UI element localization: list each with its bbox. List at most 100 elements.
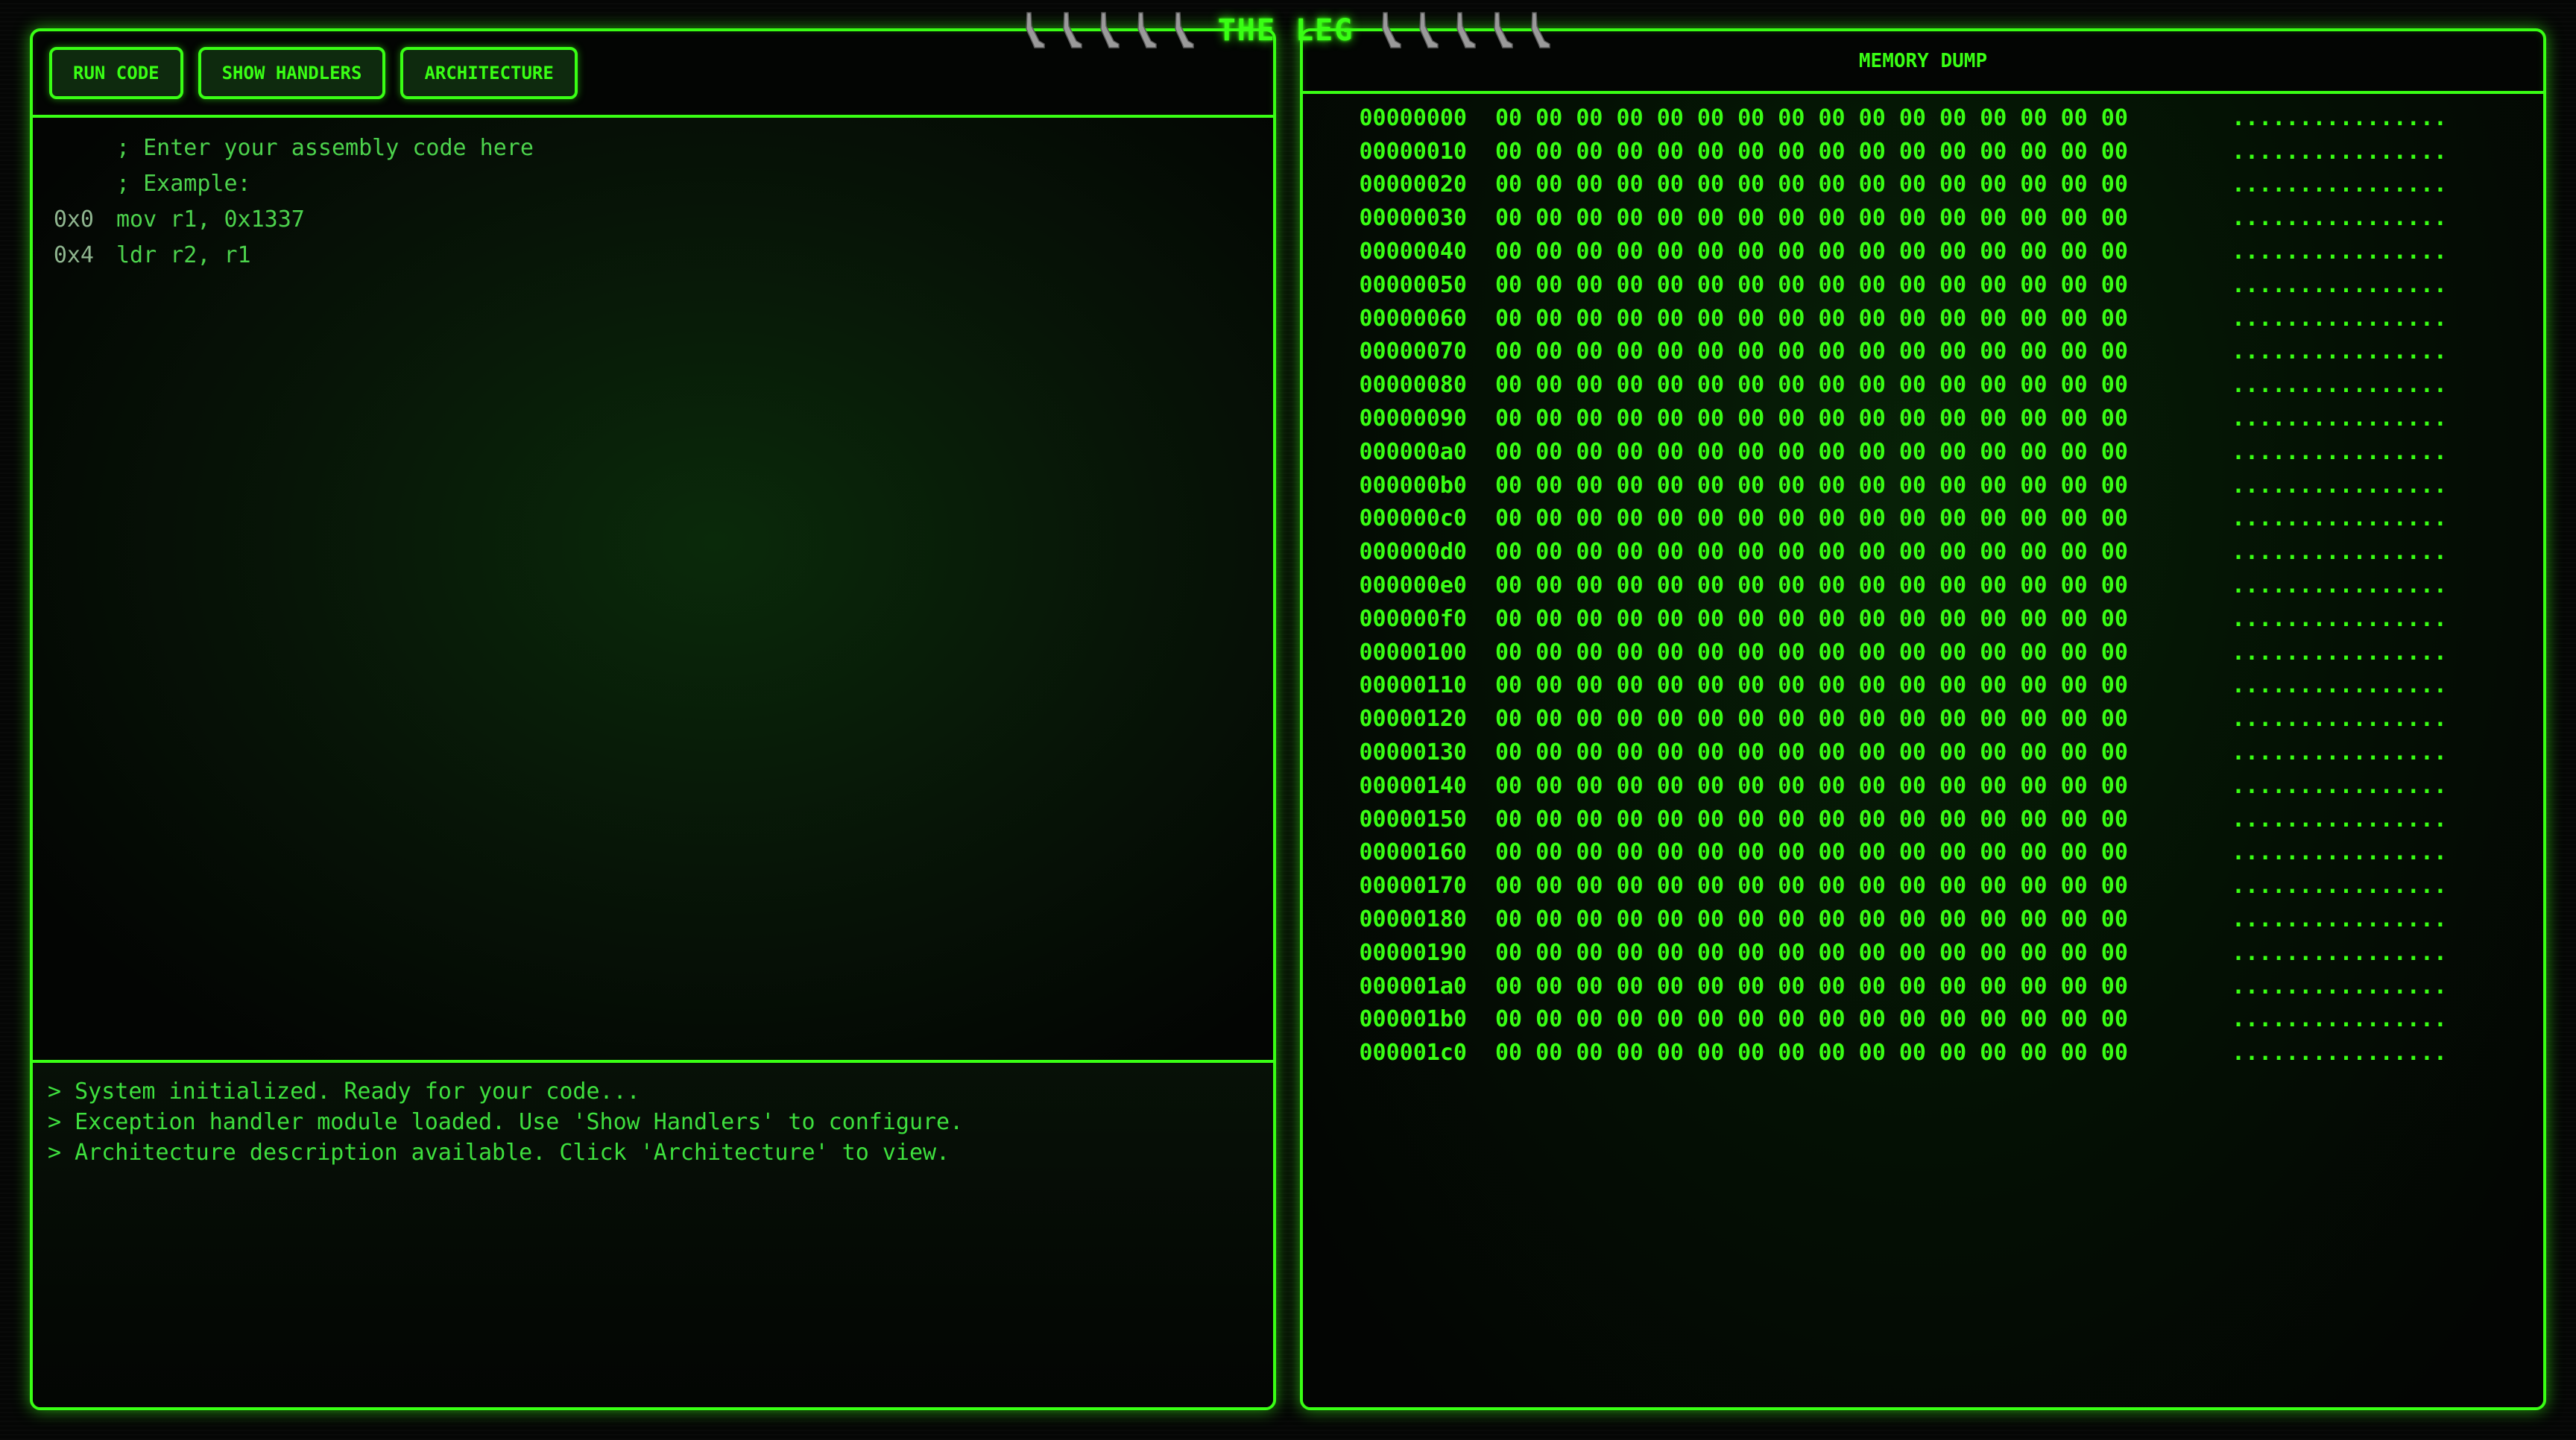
memory-address: 000000b0 xyxy=(1359,472,1468,499)
memory-address: 00000000 xyxy=(1359,104,1468,131)
memory-ascii: ................ xyxy=(2232,505,2447,532)
memory-ascii: ................ xyxy=(2232,672,2447,699)
memory-address: 00000020 xyxy=(1359,171,1468,198)
memory-address: 00000170 xyxy=(1359,873,1468,900)
memory-row: 000001a0 00 00 00 00 00 00 00 00 00 00 00… xyxy=(1303,970,2543,1003)
memory-row: 00000000 00 00 00 00 00 00 00 00 00 00 00… xyxy=(1303,101,2543,135)
memory-bytes: 00 00 00 00 00 00 00 00 00 00 00 00 00 0… xyxy=(1495,372,2128,399)
memory-row: 00000100 00 00 00 00 00 00 00 00 00 00 00… xyxy=(1303,636,2543,669)
memory-bytes: 00 00 00 00 00 00 00 00 00 00 00 00 00 0… xyxy=(1495,205,2128,232)
memory-bytes: 00 00 00 00 00 00 00 00 00 00 00 00 00 0… xyxy=(1495,539,2128,566)
memory-row: 00000140 00 00 00 00 00 00 00 00 00 00 00… xyxy=(1303,769,2543,803)
memory-bytes: 00 00 00 00 00 00 00 00 00 00 00 00 00 0… xyxy=(1495,1040,2128,1067)
memory-address: 00000140 xyxy=(1359,772,1468,799)
console-line: > Architecture description available. Cl… xyxy=(48,1140,950,1166)
memory-ascii: ................ xyxy=(2232,772,2447,799)
memory-address: 00000120 xyxy=(1359,706,1468,733)
memory-ascii: ................ xyxy=(2232,639,2447,666)
memory-bytes: 00 00 00 00 00 00 00 00 00 00 00 00 00 0… xyxy=(1495,138,2128,165)
console-line: > Exception handler module loaded. Use '… xyxy=(48,1109,964,1135)
memory-address: 00000190 xyxy=(1359,939,1468,966)
memory-ascii: ................ xyxy=(2232,138,2447,165)
leg-icon xyxy=(1062,12,1082,48)
memory-ascii: ................ xyxy=(2232,239,2447,265)
memory-bytes: 00 00 00 00 00 00 00 00 00 00 00 00 00 0… xyxy=(1495,104,2128,131)
memory-row: 00000010 00 00 00 00 00 00 00 00 00 00 00… xyxy=(1303,135,2543,168)
memory-ascii: ................ xyxy=(2232,205,2447,232)
memory-bytes: 00 00 00 00 00 00 00 00 00 00 00 00 00 0… xyxy=(1495,873,2128,900)
memory-row: 000001c0 00 00 00 00 00 00 00 00 00 00 00… xyxy=(1303,1036,2543,1070)
code-line[interactable]: ; Example: xyxy=(33,165,1273,201)
memory-row: 00000130 00 00 00 00 00 00 00 00 00 00 00… xyxy=(1303,736,2543,769)
code-line[interactable]: ; Enter your assembly code here xyxy=(33,130,1273,165)
memory-bytes: 00 00 00 00 00 00 00 00 00 00 00 00 00 0… xyxy=(1495,605,2128,632)
memory-address: 00000070 xyxy=(1359,338,1468,365)
memory-ascii: ................ xyxy=(2232,806,2447,833)
memory-address: 000000c0 xyxy=(1359,505,1468,532)
memory-address: 000001a0 xyxy=(1359,973,1468,1000)
leg-icons-right xyxy=(1376,11,1552,50)
memory-address: 00000160 xyxy=(1359,839,1468,866)
memory-address: 000001b0 xyxy=(1359,1006,1468,1033)
memory-row: 00000170 00 00 00 00 00 00 00 00 00 00 00… xyxy=(1303,869,2543,903)
memory-bytes: 00 00 00 00 00 00 00 00 00 00 00 00 00 0… xyxy=(1495,171,2128,198)
memory-bytes: 00 00 00 00 00 00 00 00 00 00 00 00 00 0… xyxy=(1495,706,2128,733)
code-line-address: 0x0 xyxy=(53,206,94,233)
memory-ascii: ................ xyxy=(2232,271,2447,298)
memory-ascii: ................ xyxy=(2232,171,2447,198)
output-console: > System initialized. Ready for your cod… xyxy=(33,1063,1273,1407)
memory-bytes: 00 00 00 00 00 00 00 00 00 00 00 00 00 0… xyxy=(1495,305,2128,332)
run-code-button[interactable]: RUN CODE xyxy=(49,47,183,99)
memory-row: 00000190 00 00 00 00 00 00 00 00 00 00 00… xyxy=(1303,936,2543,970)
memory-address: 00000010 xyxy=(1359,138,1468,165)
memory-row: 00000110 00 00 00 00 00 00 00 00 00 00 00… xyxy=(1303,669,2543,703)
memory-bytes: 00 00 00 00 00 00 00 00 00 00 00 00 00 0… xyxy=(1495,1006,2128,1033)
memory-bytes: 00 00 00 00 00 00 00 00 00 00 00 00 00 0… xyxy=(1495,939,2128,966)
memory-address: 00000050 xyxy=(1359,271,1468,298)
memory-ascii: ................ xyxy=(2232,104,2447,131)
memory-address: 00000080 xyxy=(1359,372,1468,399)
memory-bytes: 00 00 00 00 00 00 00 00 00 00 00 00 00 0… xyxy=(1495,672,2128,699)
leg-icon xyxy=(1137,12,1157,48)
memory-ascii: ................ xyxy=(2232,372,2447,399)
memory-ascii: ................ xyxy=(2232,973,2447,1000)
memory-panel: MEMORY DUMP 00000000 00 00 00 00 00 00 00… xyxy=(1300,28,2546,1410)
code-line-text: ; Example: xyxy=(116,170,251,197)
memory-row: 00000050 00 00 00 00 00 00 00 00 00 00 00… xyxy=(1303,268,2543,302)
memory-bytes: 00 00 00 00 00 00 00 00 00 00 00 00 00 0… xyxy=(1495,271,2128,298)
memory-ascii: ................ xyxy=(2232,472,2447,499)
memory-address: 000000f0 xyxy=(1359,605,1468,632)
memory-address: 00000180 xyxy=(1359,906,1468,933)
memory-bytes: 00 00 00 00 00 00 00 00 00 00 00 00 00 0… xyxy=(1495,405,2128,432)
memory-address: 000000d0 xyxy=(1359,539,1468,566)
code-line[interactable]: 0x4 ldr r2, r1 xyxy=(33,237,1273,273)
leg-icon xyxy=(1382,12,1402,48)
memory-bytes: 00 00 00 00 00 00 00 00 00 00 00 00 00 0… xyxy=(1495,739,2128,766)
memory-row: 000000a0 00 00 00 00 00 00 00 00 00 00 00… xyxy=(1303,435,2543,469)
memory-dump-table[interactable]: 00000000 00 00 00 00 00 00 00 00 00 00 00… xyxy=(1303,94,2543,1407)
code-editor[interactable]: ; Enter your assembly code here ; Example… xyxy=(33,118,1273,1063)
memory-ascii: ................ xyxy=(2232,873,2447,900)
memory-bytes: 00 00 00 00 00 00 00 00 00 00 00 00 00 0… xyxy=(1495,438,2128,465)
memory-ascii: ................ xyxy=(2232,906,2447,933)
memory-row: 00000070 00 00 00 00 00 00 00 00 00 00 00… xyxy=(1303,335,2543,369)
app-title-bar: THE LEG xyxy=(999,4,1573,57)
code-panel: RUN CODE SHOW HANDLERS ARCHITECTURE ; En… xyxy=(30,28,1276,1410)
memory-row: 000000b0 00 00 00 00 00 00 00 00 00 00 00… xyxy=(1303,469,2543,502)
memory-bytes: 00 00 00 00 00 00 00 00 00 00 00 00 00 0… xyxy=(1495,772,2128,799)
show-handlers-button[interactable]: SHOW HANDLERS xyxy=(198,47,386,99)
memory-bytes: 00 00 00 00 00 00 00 00 00 00 00 00 00 0… xyxy=(1495,639,2128,666)
leg-icon xyxy=(1099,12,1120,48)
architecture-button[interactable]: ARCHITECTURE xyxy=(400,47,578,99)
code-line[interactable]: 0x0 mov r1, 0x1337 xyxy=(33,201,1273,237)
memory-bytes: 00 00 00 00 00 00 00 00 00 00 00 00 00 0… xyxy=(1495,973,2128,1000)
leg-icon xyxy=(1174,12,1194,48)
memory-ascii: ................ xyxy=(2232,572,2447,599)
memory-address: 00000030 xyxy=(1359,205,1468,232)
memory-address: 00000100 xyxy=(1359,639,1468,666)
leg-icon xyxy=(1494,12,1514,48)
memory-row: 00000020 00 00 00 00 00 00 00 00 00 00 00… xyxy=(1303,168,2543,202)
memory-ascii: ................ xyxy=(2232,1006,2447,1033)
memory-ascii: ................ xyxy=(2232,405,2447,432)
memory-address: 00000150 xyxy=(1359,806,1468,833)
